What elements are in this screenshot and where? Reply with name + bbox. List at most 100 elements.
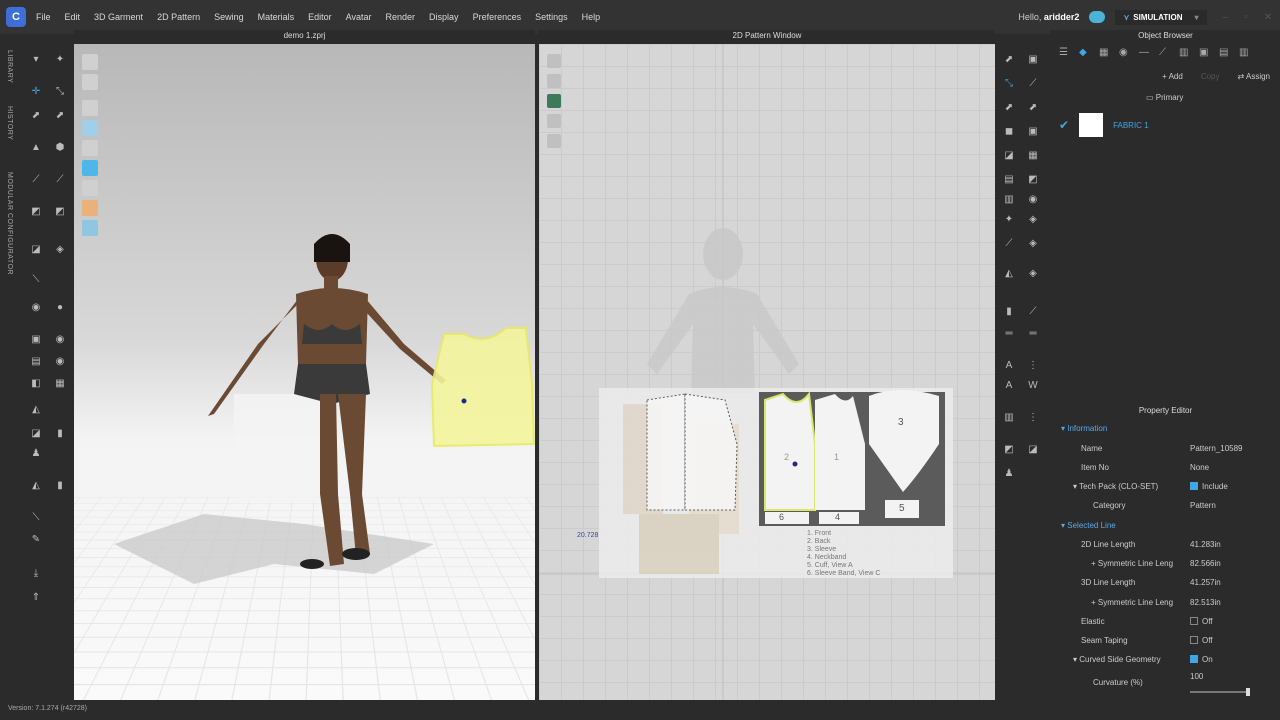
fold-icon[interactable]: ⬢ xyxy=(54,142,66,154)
fold-arrangement-icon[interactable]: ◪ xyxy=(30,244,42,256)
fabric-icon[interactable]: ◆ xyxy=(1079,48,1089,58)
internal-rect-icon[interactable]: ◩ xyxy=(1027,174,1039,186)
copy-button[interactable]: Copy xyxy=(1201,72,1220,81)
internal-circle-icon[interactable]: ◉ xyxy=(1027,194,1039,206)
edit-curvature-icon[interactable]: ⬈ xyxy=(54,110,66,122)
free-sew-2d-icon[interactable]: ◈ xyxy=(1027,238,1039,250)
internal-polygon-icon[interactable]: ▤ xyxy=(1003,174,1015,186)
line2d-field[interactable]: 41.283in xyxy=(1190,540,1221,549)
tab-history[interactable]: HISTORY xyxy=(6,106,13,140)
edit-curve-icon[interactable]: ⤡ xyxy=(1003,78,1015,90)
curvature-field[interactable]: 100 xyxy=(1190,672,1203,681)
list-icon[interactable]: ☰ xyxy=(1059,48,1069,58)
curve-point-icon[interactable]: ⬈ xyxy=(1003,102,1015,114)
tab-modular-configurator[interactable]: MODULAR CONFIGURATOR xyxy=(6,172,13,275)
button-icon[interactable]: ◉ xyxy=(30,302,42,314)
topstitch-obj-icon[interactable]: ⟋ xyxy=(1159,48,1169,58)
sewing-icon[interactable]: ⟋ xyxy=(30,174,42,186)
username[interactable]: aridder2 xyxy=(1044,12,1080,22)
name-field[interactable]: Pattern_10589 xyxy=(1190,444,1243,453)
mode-dropdown[interactable]: ⋎ SIMULATION ▾ xyxy=(1115,9,1207,25)
2d-transform-icon[interactable]: ⬈ xyxy=(1003,54,1015,66)
slider-handle[interactable] xyxy=(1246,688,1250,696)
primary-group[interactable]: ▭ Primary xyxy=(1051,89,1280,106)
seamline-list-icon[interactable]: ▮ xyxy=(54,428,66,440)
menu-display[interactable]: Display xyxy=(429,12,459,22)
pin-2d-icon[interactable]: ◭ xyxy=(1003,268,1015,280)
pin-icon[interactable]: ✦ xyxy=(54,54,66,66)
add-button[interactable]: + Add xyxy=(1162,72,1183,81)
cloud-icon[interactable] xyxy=(1089,11,1106,23)
avatar-2d-icon[interactable]: ♟ xyxy=(1003,468,1015,480)
edit-point-icon[interactable]: ⬈ xyxy=(30,110,42,122)
close-icon[interactable]: ✕ xyxy=(1264,12,1272,23)
seamline-icon[interactable]: ◪ xyxy=(30,428,42,440)
dart-icon[interactable]: ▥ xyxy=(1003,194,1015,206)
trim-list-icon[interactable]: ▦ xyxy=(54,378,66,390)
3d-garment-viewport[interactable] xyxy=(74,44,535,700)
measure-tape-icon[interactable]: ◭ xyxy=(30,480,42,492)
pattern-icon[interactable]: ▦ xyxy=(1099,48,1109,58)
grading-list-icon[interactable]: ═ xyxy=(1027,328,1039,340)
zipper-icon[interactable]: ▤ xyxy=(30,356,42,368)
elastic-icon[interactable]: ▮ xyxy=(1003,306,1015,318)
front-pattern-piece-selected[interactable] xyxy=(430,327,535,448)
menu-materials[interactable]: Materials xyxy=(258,12,295,22)
selected-line-section[interactable]: ▾ Selected Line xyxy=(1051,517,1280,535)
trace-icon[interactable]: ✦ xyxy=(1003,214,1015,226)
trim-obj-icon[interactable]: ▣ xyxy=(1199,48,1209,58)
fabric-item[interactable]: ✔ FABRIC 1 xyxy=(1059,112,1272,138)
item-no-field[interactable]: None xyxy=(1190,463,1209,472)
more-icon[interactable]: ▥ xyxy=(1239,48,1249,58)
information-section[interactable]: ▾ Information xyxy=(1051,420,1280,438)
arrange-icon[interactable]: ⇑ xyxy=(30,592,42,604)
menu-avatar[interactable]: Avatar xyxy=(346,12,372,22)
notch-icon[interactable]: ◈ xyxy=(1027,214,1039,226)
clo-logo-icon[interactable]: C xyxy=(6,7,26,27)
back-pattern-piece[interactable] xyxy=(234,394,332,502)
tab-library[interactable]: LIBRARY xyxy=(6,50,13,83)
select-move-icon[interactable]: ▾ xyxy=(30,54,42,66)
add-point-icon[interactable]: ⟋ xyxy=(1027,78,1039,90)
menu-sewing[interactable]: Sewing xyxy=(214,12,244,22)
menu-preferences[interactable]: Preferences xyxy=(473,12,522,22)
zipper-list-icon[interactable]: ◉ xyxy=(54,356,66,368)
button-obj-icon[interactable]: ◉ xyxy=(1119,48,1129,58)
text-icon[interactable]: A xyxy=(1003,380,1015,392)
internal-line-icon[interactable]: ▦ xyxy=(1027,150,1039,162)
topstitch-icon[interactable]: ⟍ xyxy=(30,274,42,286)
line-2d-icon[interactable]: ⟋ xyxy=(1027,306,1039,318)
buttonhole-icon[interactable]: ● xyxy=(54,302,66,314)
graphic-obj-icon[interactable]: ▤ xyxy=(1219,48,1229,58)
techpack-checkbox[interactable]: Include xyxy=(1190,482,1228,491)
measure-icon[interactable]: ◈ xyxy=(54,244,66,256)
menu-render[interactable]: Render xyxy=(386,12,416,22)
minimize-icon[interactable]: – xyxy=(1223,12,1229,23)
restore-icon[interactable]: ▫ xyxy=(1244,12,1248,23)
edit-pattern-icon[interactable]: ⤡ xyxy=(54,86,66,98)
zipper-obj-icon[interactable]: ▥ xyxy=(1179,48,1189,58)
avatar-tool-icon[interactable]: ♟ xyxy=(30,448,42,460)
symmetry-list-icon[interactable]: ◪ xyxy=(1027,444,1039,456)
2d-edit-icon[interactable]: ▣ xyxy=(1027,54,1039,66)
edit-curvature-2d-icon[interactable]: ⬈ xyxy=(1027,102,1039,114)
pattern-piece-back-outline[interactable] xyxy=(646,393,686,511)
transform-icon[interactable]: ✛ xyxy=(30,86,42,98)
menu-settings[interactable]: Settings xyxy=(535,12,568,22)
buttonhole-obj-icon[interactable]: — xyxy=(1139,48,1149,58)
measure-list-icon[interactable]: ▮ xyxy=(54,480,66,492)
segment-sew-2d-icon[interactable]: ⟋ xyxy=(1003,238,1015,250)
pattern-piece-2[interactable] xyxy=(764,391,816,511)
rectangle-icon[interactable]: ▣ xyxy=(1027,126,1039,138)
symmetry-icon[interactable]: ◩ xyxy=(1003,444,1015,456)
category-select[interactable]: Pattern xyxy=(1190,501,1216,510)
elastic-checkbox[interactable]: Off xyxy=(1190,617,1213,626)
tack-list-icon[interactable]: ◩ xyxy=(54,206,66,218)
garment-icon[interactable]: ▲ xyxy=(30,142,42,154)
2d-pattern-viewport[interactable]: 1 2 3 4 5 6 1. Front 2. Back 3. Sleeve 4… xyxy=(539,44,995,700)
annotation-list-icon[interactable]: ⋮ xyxy=(1027,360,1039,372)
pin-list-2d-icon[interactable]: ◈ xyxy=(1027,268,1039,280)
seam-taping-checkbox[interactable]: Off xyxy=(1190,636,1213,645)
menu-3d-garment[interactable]: 3D Garment xyxy=(94,12,143,22)
line-tool-icon[interactable]: ⟍ xyxy=(30,512,42,524)
